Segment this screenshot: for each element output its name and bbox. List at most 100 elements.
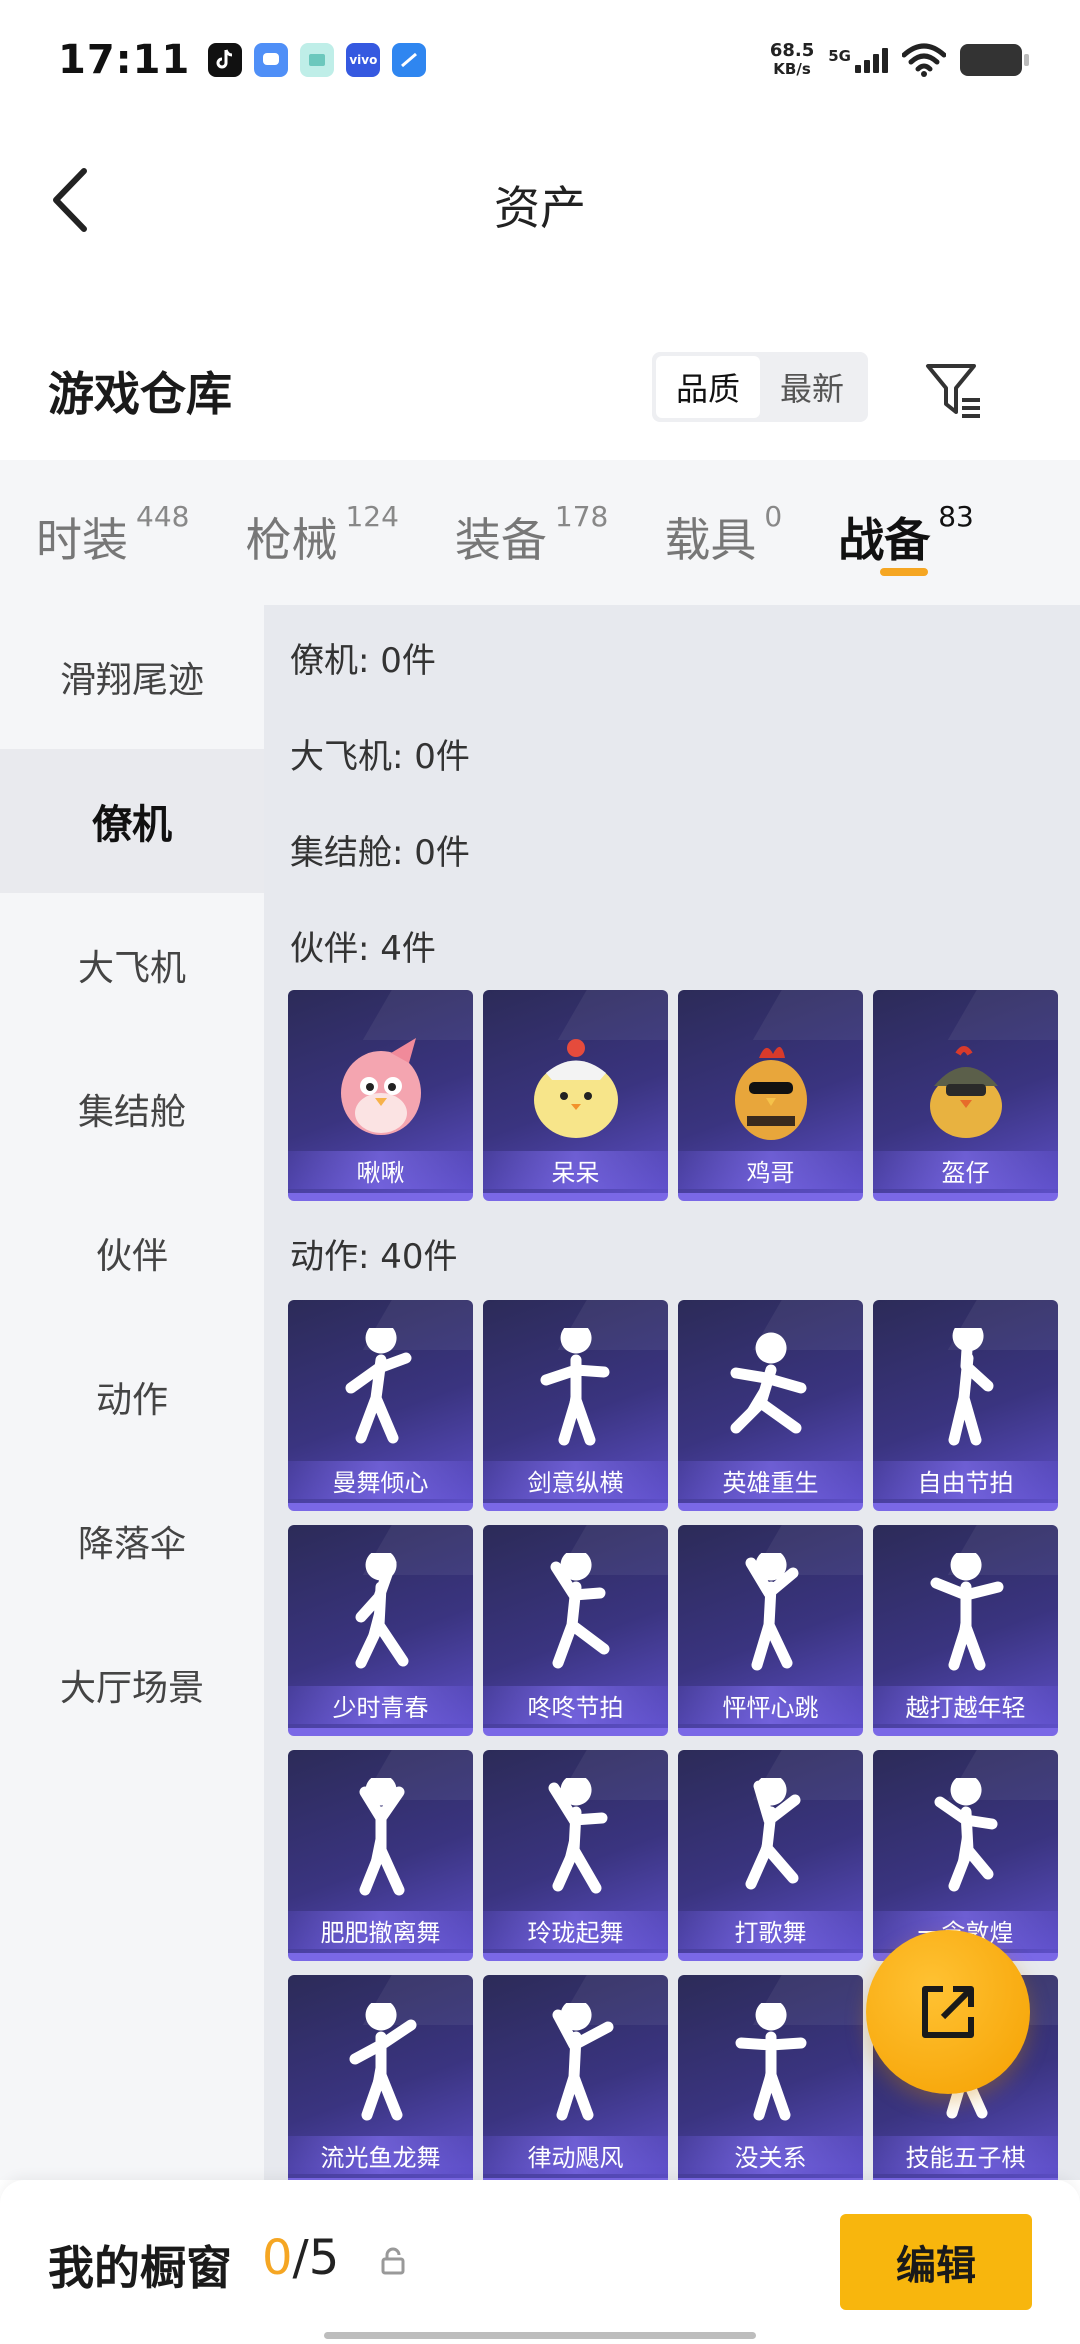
tab-vehicles[interactable]: 载具 0 (664, 460, 782, 570)
yellow-chick-icon (483, 1008, 668, 1158)
chat-app-icon (254, 43, 289, 77)
tab-label: 时装 (36, 513, 128, 567)
showcase-count: 0/5 (262, 2230, 339, 2286)
share-button[interactable] (866, 1930, 1030, 2094)
section-title-pod: 集结舱: 0件 (290, 833, 470, 873)
signal-type: 5G (828, 47, 851, 65)
sidebar-item-partner[interactable]: 伙伴 (0, 1181, 264, 1325)
tab-count: 124 (345, 500, 399, 533)
sidebar-item-parachute[interactable]: 降落伞 (0, 1469, 264, 1613)
emote-card[interactable]: 越打越年轻 (873, 1525, 1058, 1736)
header: 资产 (0, 120, 1080, 280)
card-name: 玲珑起舞 (483, 1911, 668, 1949)
dancer-silhouette-icon (873, 1768, 1058, 1918)
sort-option-newest[interactable]: 最新 (760, 356, 864, 418)
section-title-partner: 伙伴: 4件 (290, 929, 436, 969)
card-name: 肥肥撤离舞 (288, 1911, 473, 1949)
dancer-silhouette-icon (483, 1768, 668, 1918)
dancer-silhouette-icon (288, 1543, 473, 1693)
card-name: 鸡哥 (678, 1151, 863, 1189)
emote-card[interactable]: 律动飓风 (483, 1975, 668, 2180)
tab-firearms[interactable]: 枪械 124 (245, 460, 398, 570)
emote-card[interactable]: 少时青春 (288, 1525, 473, 1736)
battery-icon (960, 44, 1029, 76)
section-title-airplane: 大飞机: 0件 (290, 737, 470, 777)
status-indicators: 68.5 KB/s 5G (770, 42, 1029, 79)
card-name: 越打越年轻 (873, 1686, 1058, 1724)
dancer-silhouette-icon (483, 1993, 668, 2143)
tab-label: 载具 (664, 513, 757, 567)
sidebar-item-wingman[interactable]: 僚机 (0, 749, 264, 893)
lock-icon (381, 2247, 405, 2275)
share-external-icon (922, 1986, 974, 2038)
tab-count: 0 (764, 500, 783, 533)
emote-card[interactable]: 英雄重生 (678, 1300, 863, 1511)
showcase-bar: 我的橱窗 0/5 编辑 (0, 2180, 1080, 2344)
cell-signal-icon: 5G (828, 47, 888, 73)
partner-card[interactable]: 鸡哥 (678, 990, 863, 1201)
status-bar: 17:11 vivo 68.5 KB/s 5G (0, 0, 1080, 120)
showcase-total: /5 (292, 2230, 340, 2286)
card-name: 打歌舞 (678, 1911, 863, 1949)
card-name: 咚咚节拍 (483, 1686, 668, 1724)
card-name: 英雄重生 (678, 1461, 863, 1499)
showcase-current: 0 (262, 2230, 293, 2286)
network-speed-unit: KB/s (773, 60, 811, 78)
emote-card[interactable]: 曼舞倾心 (288, 1300, 473, 1511)
sidebar-item-glide-trail[interactable]: 滑翔尾迹 (0, 605, 264, 749)
card-name: 少时青春 (288, 1686, 473, 1724)
tiktok-icon (208, 43, 243, 77)
card-name: 曼舞倾心 (288, 1461, 473, 1499)
tab-combat-gear[interactable]: 战备 83 (838, 460, 974, 576)
emote-card[interactable]: 咚咚节拍 (483, 1525, 668, 1736)
partner-card[interactable]: 呆呆 (483, 990, 668, 1201)
emote-card[interactable]: 没关系 (678, 1975, 863, 2180)
card-name: 律动飓风 (483, 2136, 668, 2174)
rooster-sunglasses-icon (678, 1008, 863, 1158)
section-title-wingman: 僚机: 0件 (290, 641, 436, 681)
tab-fashion[interactable]: 时装 448 (36, 460, 189, 570)
filter-button[interactable] (922, 358, 986, 422)
edit-button[interactable]: 编辑 (840, 2214, 1032, 2310)
dancer-silhouette-icon (873, 1543, 1058, 1693)
dancer-silhouette-icon (873, 1318, 1058, 1468)
emote-card[interactable]: 自由节拍 (873, 1300, 1058, 1511)
wifi-icon (902, 43, 946, 77)
partner-card[interactable]: 盔仔 (873, 990, 1058, 1201)
dancer-silhouette-icon (483, 1318, 668, 1468)
sidebar-item-airplane[interactable]: 大飞机 (0, 893, 264, 1037)
emote-card[interactable]: 怦怦心跳 (678, 1525, 863, 1736)
dancer-silhouette-icon (288, 1993, 473, 2143)
emote-card[interactable]: 肥肥撤离舞 (288, 1750, 473, 1961)
emote-card[interactable]: 一念敦煌 (873, 1750, 1058, 1961)
card-name: 盔仔 (873, 1151, 1058, 1189)
dancer-silhouette-icon (288, 1318, 473, 1468)
tab-count: 178 (554, 500, 609, 533)
tab-count: 83 (938, 500, 974, 533)
emote-card[interactable]: 流光鱼龙舞 (288, 1975, 473, 2180)
dancer-silhouette-icon (288, 1768, 473, 1918)
dancer-silhouette-icon (678, 1543, 863, 1693)
emote-card[interactable]: 玲珑起舞 (483, 1750, 668, 1961)
emote-card[interactable]: 打歌舞 (678, 1750, 863, 1961)
sort-option-quality[interactable]: 品质 (656, 356, 760, 418)
status-time: 17:11 (58, 37, 191, 83)
page-title: 资产 (494, 181, 586, 235)
card-name: 流光鱼龙舞 (288, 2136, 473, 2174)
sidebar-item-pod[interactable]: 集结舱 (0, 1037, 264, 1181)
tab-equipment[interactable]: 装备 178 (455, 460, 608, 570)
message-app-icon (300, 43, 335, 77)
network-speed: 68.5 KB/s (770, 42, 814, 79)
sidebar-item-emote[interactable]: 动作 (0, 1325, 264, 1469)
tab-label: 装备 (454, 513, 547, 567)
section-title-emote: 动作: 40件 (290, 1237, 458, 1277)
home-indicator[interactable] (324, 2332, 756, 2339)
filter-icon (926, 364, 980, 418)
helmet-chick-icon (873, 1008, 1058, 1158)
partner-card[interactable]: 啾啾 (288, 990, 473, 1201)
emote-card[interactable]: 剑意纵横 (483, 1300, 668, 1511)
showcase-label: 我的橱窗 (48, 2241, 232, 2295)
category-sidebar: 滑翔尾迹 僚机 大飞机 集结舱 伙伴 动作 降落伞 大厅场景 (0, 605, 264, 2180)
card-name: 自由节拍 (873, 1461, 1058, 1499)
sidebar-item-lobby-scene[interactable]: 大厅场景 (0, 1613, 264, 1757)
